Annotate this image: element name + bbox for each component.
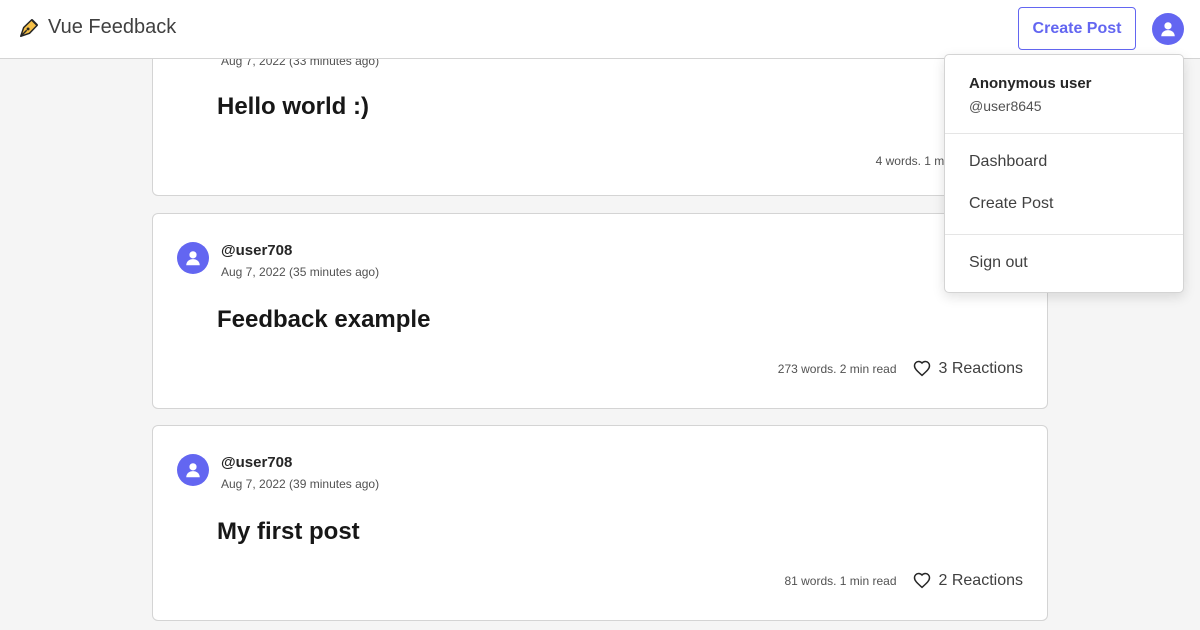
- user-icon: [186, 251, 200, 266]
- create-post-button[interactable]: Create Post: [1018, 7, 1136, 50]
- menu-user-handle: @user8645: [969, 98, 1042, 114]
- menu-item-dashboard[interactable]: Dashboard: [969, 153, 1047, 171]
- post-date: Aug 7, 2022 (35 minutes ago): [221, 265, 380, 279]
- brand-link[interactable]: Vue Feedback: [18, 16, 176, 39]
- read-time: 81 words. 1 min read: [784, 574, 897, 588]
- post-title[interactable]: Feedback example: [217, 306, 430, 334]
- menu-user-name: Anonymous user: [969, 75, 1092, 92]
- post-card[interactable]: @user708 Aug 7, 2022 (35 minutes ago) Fe…: [152, 213, 1048, 409]
- menu-item-sign-out[interactable]: Sign out: [969, 254, 1028, 272]
- reactions-count: 3 Reactions: [938, 360, 1024, 377]
- app-title: Vue Feedback: [48, 16, 177, 38]
- post-author[interactable]: @user708: [221, 242, 292, 259]
- reactions-button[interactable]: 3 Reactions: [913, 360, 1024, 378]
- pen-nib-icon: [20, 18, 38, 37]
- menu-item-create-post[interactable]: Create Post: [969, 195, 1053, 213]
- read-time: 273 words. 2 min read: [777, 362, 897, 376]
- reactions-button[interactable]: 2 Reactions: [913, 572, 1024, 590]
- post-meta: 273 words. 2 min read 3 Reactions: [778, 360, 1023, 378]
- post-meta: 81 words. 1 min read 2 Reactions: [784, 572, 1023, 590]
- post-title[interactable]: My first post: [217, 518, 360, 546]
- user-dropdown-menu: Anonymous user @user8645 Dashboard Creat…: [944, 54, 1184, 293]
- user-icon: [186, 463, 200, 478]
- post-card[interactable]: @user708 Aug 7, 2022 (39 minutes ago) My…: [152, 425, 1048, 621]
- heart-icon: [913, 572, 930, 589]
- heart-icon: [913, 360, 930, 377]
- post-author[interactable]: @user708: [221, 454, 292, 471]
- post-date: Aug 7, 2022 (39 minutes ago): [221, 477, 380, 491]
- menu-divider: [945, 234, 1183, 235]
- user-menu-avatar[interactable]: [1152, 13, 1184, 45]
- reactions-count: 2 Reactions: [938, 572, 1024, 589]
- author-avatar: [177, 242, 209, 274]
- author-avatar: [177, 454, 209, 486]
- user-icon: [1161, 22, 1175, 37]
- menu-divider: [945, 133, 1183, 134]
- post-title[interactable]: Hello world :): [217, 93, 369, 121]
- top-nav-bar: Vue Feedback Create Post: [0, 0, 1200, 59]
